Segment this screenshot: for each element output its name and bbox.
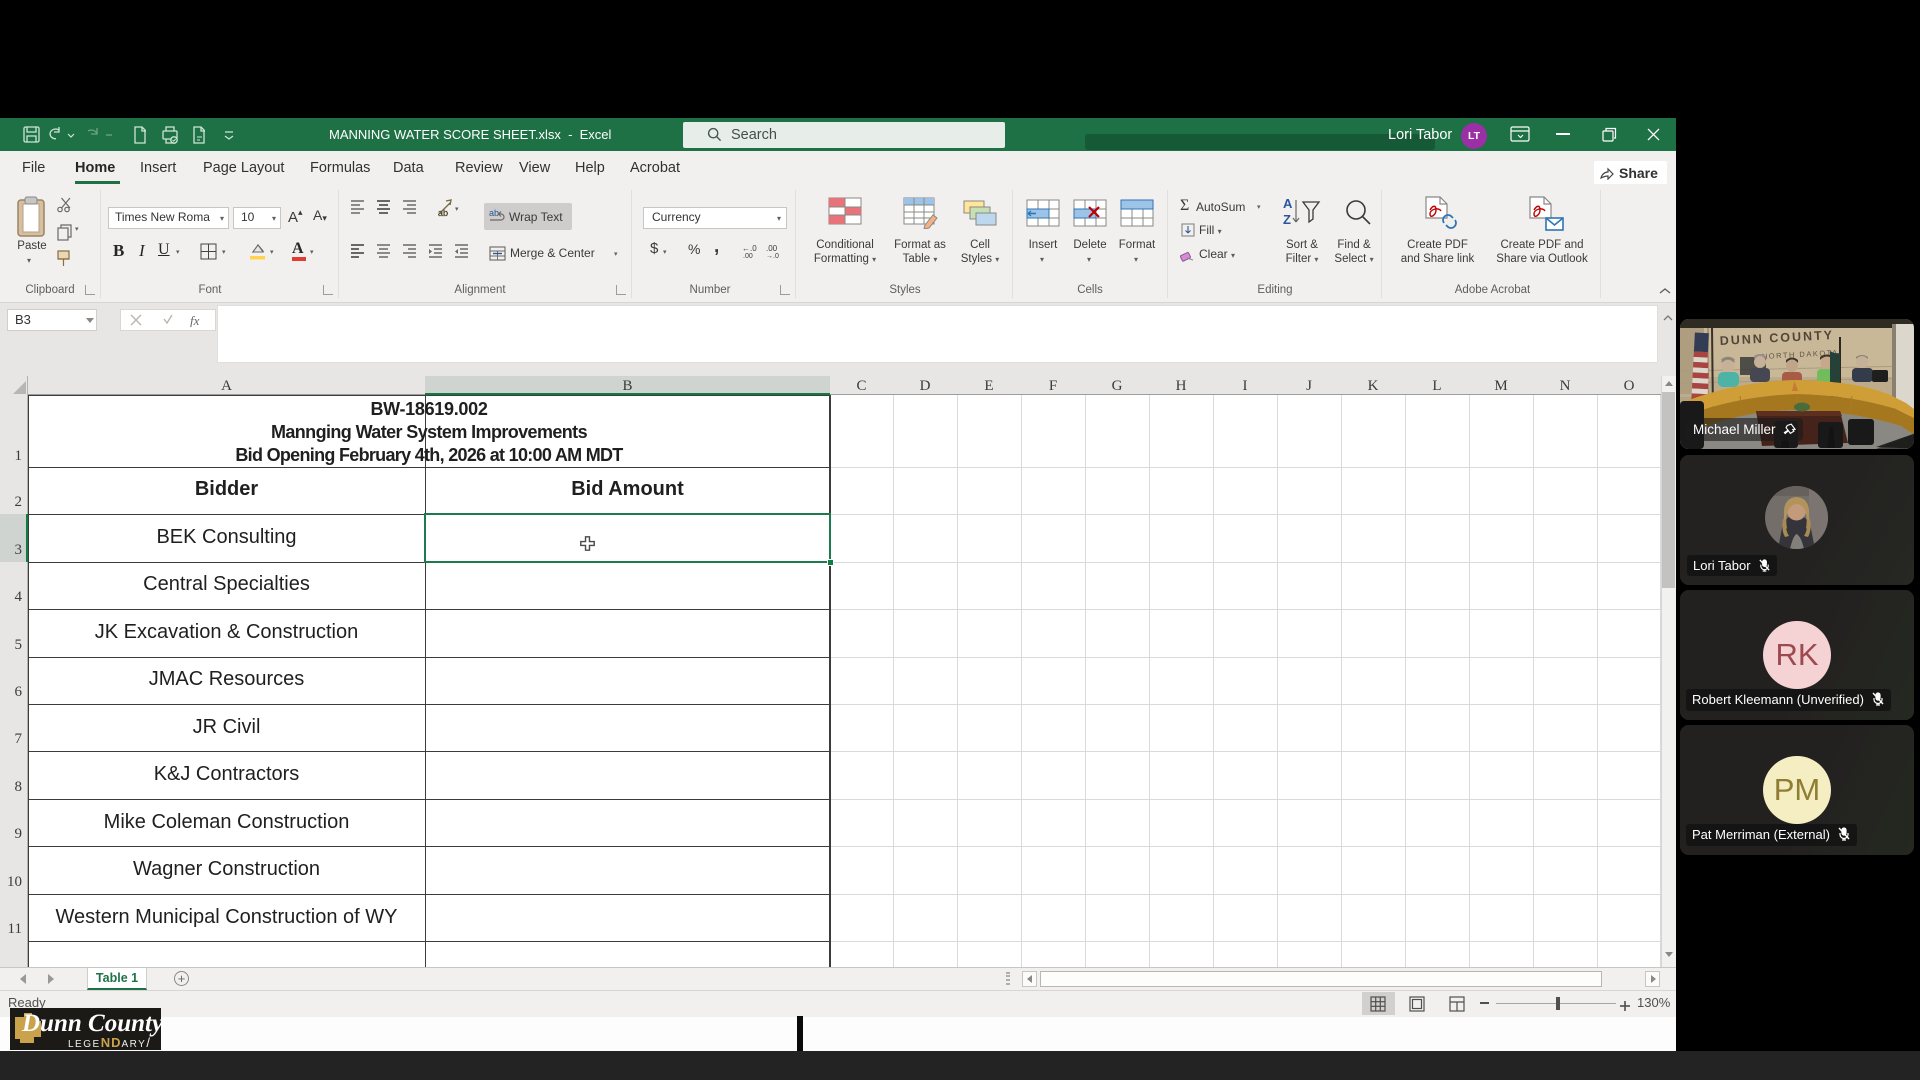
svg-text:Z: Z <box>1283 212 1291 227</box>
svg-text:fx: fx <box>190 313 200 327</box>
svg-text:.00: .00 <box>743 253 753 259</box>
svg-text:A: A <box>1283 196 1293 211</box>
svg-text:ab: ab <box>489 208 499 218</box>
svg-text:.00: .00 <box>766 244 778 253</box>
svg-text:←.0: ←.0 <box>742 244 757 253</box>
svg-text:ab: ab <box>438 208 448 217</box>
svg-text:→.0: →.0 <box>766 253 779 259</box>
